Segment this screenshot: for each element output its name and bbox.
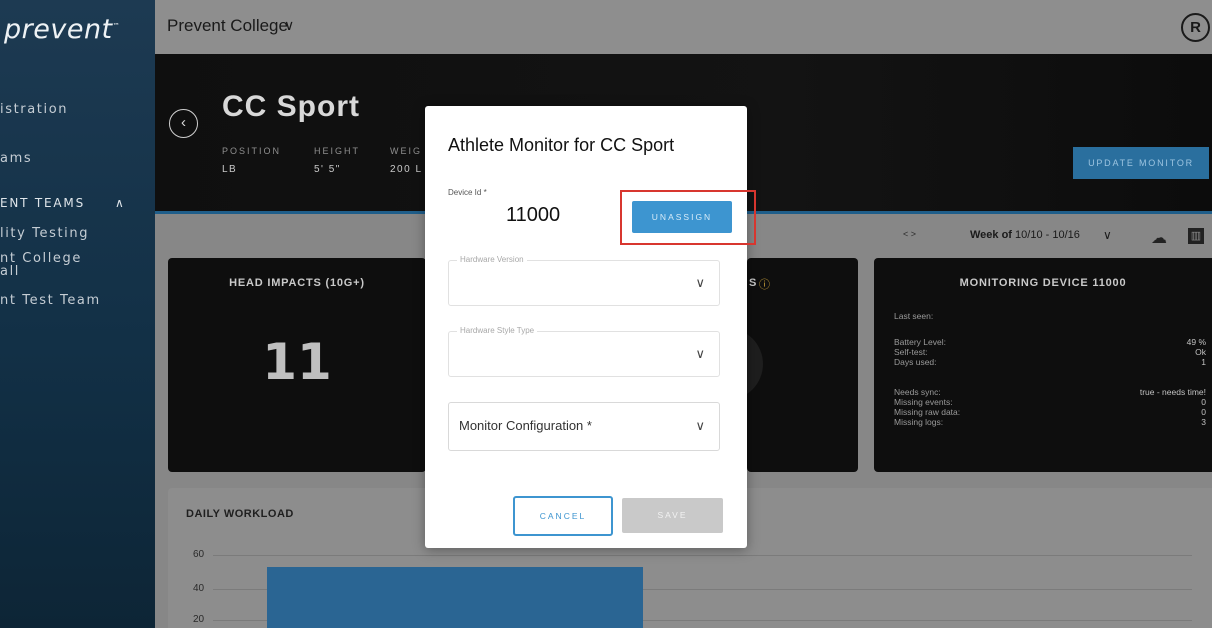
back-arrow-icon[interactable]: ‹	[169, 109, 198, 138]
field-label: Hardware Version	[457, 255, 527, 264]
cloud-download-icon[interactable]: ☁	[1151, 228, 1167, 248]
sidebar-item-team[interactable]: all	[0, 264, 20, 279]
chevron-down-icon[interactable]: ∨	[284, 17, 294, 34]
metric-card: S ⓘ	[727, 258, 858, 472]
sidebar: prevent™ istration ams ENT TEAMS ∧ lity …	[0, 0, 155, 628]
chevron-down-icon[interactable]: ∨	[695, 275, 705, 291]
week-range[interactable]: Week of 10/10 - 10/16	[970, 229, 1080, 241]
chevron-down-icon[interactable]: ∨	[695, 346, 705, 362]
last-seen-row: Last seen:	[894, 311, 934, 321]
stat-label: HEIGHT	[314, 146, 361, 156]
monitor-stat-row: Battery Level: 49 %	[894, 337, 1206, 347]
update-monitor-button[interactable]: UPDATE MONITOR	[1073, 147, 1209, 179]
monitor-stat-row: Missing events: 0	[894, 397, 1206, 407]
field-label: Hardware Style Type	[457, 326, 538, 335]
dialog-title: Athlete Monitor for CC Sport	[448, 135, 675, 155]
stat-value: 5' 5"	[314, 164, 341, 175]
monitor-stat-row: Missing logs: 3	[894, 417, 1206, 427]
sidebar-item-administration[interactable]: istration	[0, 102, 68, 117]
hardware-style-select[interactable]: Hardware Style Type ∨	[448, 326, 720, 377]
y-tick-label: 40	[193, 583, 205, 594]
monitoring-device-card: MONITORING DEVICE 11000 Last seen: Batte…	[874, 258, 1212, 472]
head-impacts-value: 11	[262, 333, 332, 391]
org-selector-label[interactable]: Prevent College	[167, 16, 288, 36]
week-nav-arrows[interactable]: < >	[903, 229, 916, 239]
workload-title: DAILY WORKLOAD	[186, 508, 294, 520]
monitor-stat-row: Self-test: Ok	[894, 347, 1206, 357]
head-impacts-card: HEAD IMPACTS (10G+) 11	[168, 258, 426, 472]
card-title: MONITORING DEVICE 11000	[959, 277, 1127, 289]
chevron-down-icon[interactable]: ∨	[695, 418, 705, 434]
athlete-name: CC Sport	[222, 90, 360, 123]
chevron-down-icon[interactable]: ∨	[1103, 228, 1112, 242]
stat-value: LB	[222, 164, 238, 175]
info-icon[interactable]: ⓘ	[759, 276, 770, 292]
device-id-value: 11000	[506, 204, 561, 226]
stat-value: 200 L	[390, 164, 423, 175]
sidebar-item-team[interactable]: lity Testing	[0, 226, 89, 241]
monitor-stat-row: Days used: 1	[894, 357, 1206, 367]
monitor-stat-row: Missing raw data: 0	[894, 407, 1206, 417]
field-placeholder: Monitor Configuration *	[459, 418, 592, 433]
gridline	[213, 555, 1192, 556]
bar-chart-icon[interactable]: ▥	[1188, 228, 1204, 244]
chevron-up-icon[interactable]: ∧	[115, 196, 124, 210]
card-title: HEAD IMPACTS (10G+)	[229, 277, 365, 289]
save-button[interactable]: SAVE	[622, 498, 723, 533]
user-avatar-icon[interactable]: R	[1181, 13, 1210, 42]
y-tick-label: 20	[193, 614, 205, 625]
top-bar: Prevent College ∨ R	[155, 0, 1212, 54]
annotation-highlight-box	[620, 190, 756, 245]
stat-label: WEIG	[390, 146, 422, 156]
workload-bar[interactable]	[267, 567, 643, 628]
athlete-monitor-dialog: Athlete Monitor for CC Sport Device Id *…	[425, 106, 747, 548]
sidebar-section-teams[interactable]: ENT TEAMS	[0, 196, 85, 210]
card-title-fragment: S	[749, 277, 757, 289]
sidebar-item-teams[interactable]: ams	[0, 151, 32, 166]
monitor-stat-row: Needs sync: true - needs time!	[894, 387, 1206, 397]
y-tick-label: 60	[193, 549, 205, 560]
cancel-button[interactable]: CANCEL	[513, 496, 613, 536]
hardware-version-select[interactable]: Hardware Version ∨	[448, 255, 720, 306]
app-logo[interactable]: prevent™	[4, 14, 120, 45]
sidebar-item-team[interactable]: nt Test Team	[0, 293, 101, 308]
monitor-configuration-select[interactable]: Monitor Configuration * ∨	[448, 402, 720, 451]
stat-label: POSITION	[222, 146, 282, 156]
device-id-label: Device Id *	[448, 188, 487, 197]
